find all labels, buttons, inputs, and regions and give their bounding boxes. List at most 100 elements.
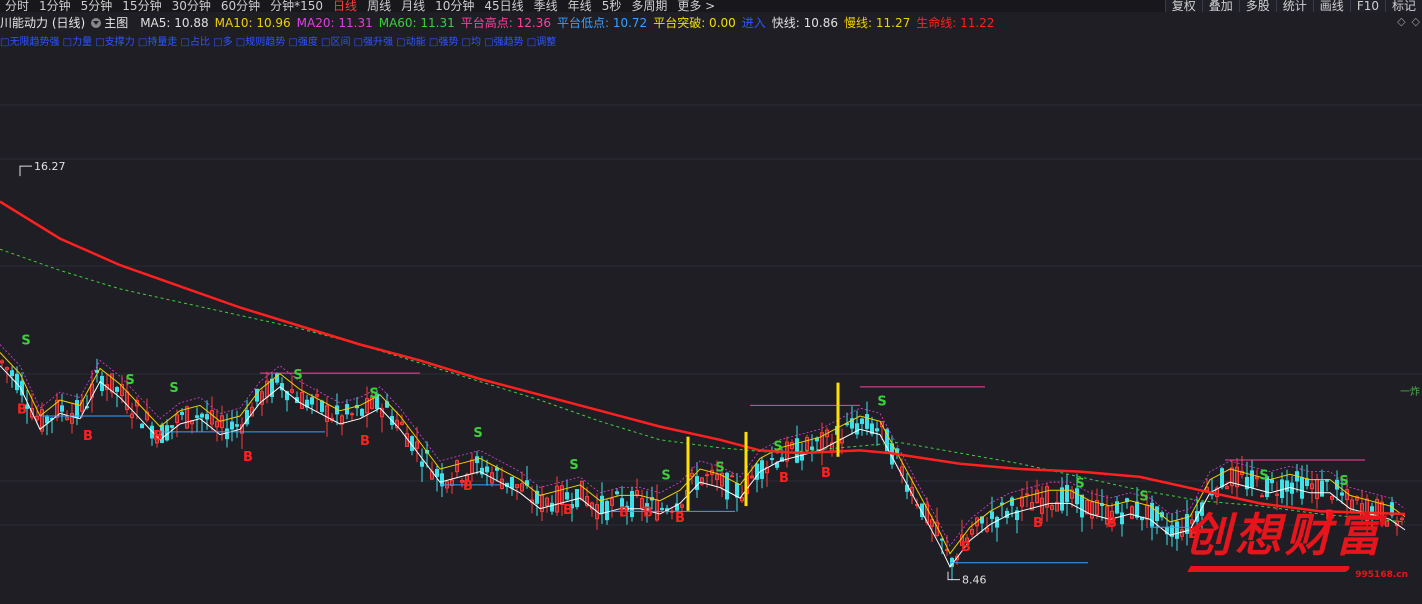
indicator-legend: 川能动力 (日线) 主图 MA5: 10.88 MA10: 10.96 MA20: … — [0, 15, 1422, 30]
sell-signal-mark: S — [1339, 474, 1348, 489]
legend-item: MA10: 10.96 — [214, 16, 291, 30]
watermark-logo: 创想财富 995168.cn — [1185, 508, 1410, 588]
sell-signal-mark: S — [1139, 490, 1148, 505]
period-tab[interactable]: 30分钟 — [167, 0, 216, 12]
period-tab[interactable]: 月线 — [396, 0, 430, 12]
candle-body — [1080, 494, 1084, 518]
tool-buttons: 复权 叠加 多股 统计 画线 F10 标记 — [1164, 0, 1422, 12]
tool-button[interactable]: 标记 — [1384, 0, 1422, 12]
tool-button[interactable]: F10 — [1349, 0, 1385, 12]
breakout-bar — [836, 382, 840, 457]
candle-body — [225, 428, 229, 440]
high-price-pointer — [19, 165, 32, 177]
buy-signal-mark: B — [619, 506, 629, 521]
buy-signal-mark: B — [1033, 516, 1043, 531]
sell-signal-mark: S — [473, 426, 482, 441]
buy-signal-mark: B — [961, 540, 971, 555]
period-tab[interactable]: 日线 — [328, 0, 362, 12]
main-chart-button[interactable]: 主图 — [91, 15, 134, 30]
buy-signal-mark: B — [463, 479, 473, 494]
candle-body — [1135, 501, 1139, 518]
candle-body — [855, 423, 859, 435]
period-tab[interactable]: 分钟*150 — [265, 0, 328, 12]
period-tab[interactable]: 季线 — [529, 0, 563, 12]
candle-body — [990, 511, 994, 519]
logo-text: 创想财富 — [1185, 508, 1385, 562]
candle-body — [205, 414, 209, 420]
candle-body — [1120, 512, 1124, 525]
candle-body — [1285, 480, 1289, 492]
diamond-icon[interactable]: ◇ — [1412, 15, 1420, 28]
period-tab[interactable]: 多周期 — [626, 0, 672, 12]
sell-signal-mark: S — [169, 381, 178, 396]
period-tab[interactable]: 更多 > — [672, 0, 720, 12]
tool-button[interactable]: 多股 — [1238, 0, 1276, 12]
candle-body — [660, 507, 664, 510]
candle-body — [170, 425, 174, 428]
period-tab[interactable]: 1分钟 — [34, 0, 76, 12]
candle-body — [510, 476, 514, 489]
tool-button[interactable]: 叠加 — [1201, 0, 1239, 12]
sell-signal-mark: S — [877, 394, 886, 409]
candle-body — [865, 414, 869, 429]
candle-body — [200, 413, 204, 418]
period-tab[interactable]: 周线 — [362, 0, 396, 12]
candle-body — [235, 424, 239, 427]
candle-body — [1305, 478, 1309, 486]
candle-body — [600, 495, 604, 514]
period-tab[interactable]: 5分钟 — [76, 0, 118, 12]
period-tab[interactable]: 分时 — [0, 0, 34, 12]
tool-button[interactable]: 统计 — [1275, 0, 1313, 12]
candle-body — [795, 438, 799, 463]
candle-body — [1300, 477, 1304, 499]
legend-item: MA20: 11.31 — [296, 16, 373, 30]
tool-button[interactable]: 画线 — [1312, 0, 1350, 12]
low-price-pointer — [947, 571, 960, 581]
candle-body — [735, 483, 739, 498]
sell-signal-mark: S — [1259, 469, 1268, 484]
legend-controls: ◇ ◇ — [1391, 15, 1420, 28]
buy-signal-mark: B — [17, 402, 27, 417]
period-tab[interactable]: 年线 — [563, 0, 597, 12]
candle-body — [230, 421, 234, 430]
tool-button[interactable]: 复权 — [1164, 0, 1202, 12]
candle-body — [615, 491, 619, 495]
candle-body — [310, 397, 314, 405]
candle-body — [140, 423, 144, 429]
low-price-label: 8.46 — [962, 574, 987, 587]
candle-body — [770, 458, 774, 461]
candle-body — [875, 428, 879, 432]
candle-body — [1010, 497, 1014, 506]
legend-item: 进入 — [741, 16, 766, 30]
period-tab[interactable]: 45日线 — [479, 0, 528, 12]
candle-body — [1175, 521, 1179, 539]
sell-signal-mark: S — [369, 386, 378, 401]
candle-body — [195, 415, 199, 418]
candle-body — [350, 413, 354, 416]
legend-item: MA60: 11.31 — [378, 16, 455, 30]
candle-body — [10, 370, 14, 376]
legend-item: 平台突破: 0.00 — [653, 16, 736, 30]
indicator-sublegend: □无限趋势强 □力量 □支撑力 □持量走 □占比 □多 □规则趋势 □强度 □区… — [0, 37, 557, 47]
buy-signal-mark: B — [675, 511, 685, 526]
candle-body — [1155, 506, 1159, 522]
period-tab[interactable]: 15分钟 — [117, 0, 166, 12]
candle-body — [1220, 468, 1224, 488]
period-tab[interactable]: 60分钟 — [216, 0, 265, 12]
buy-signal-mark: B — [83, 429, 93, 444]
sell-signal-mark: S — [293, 368, 302, 383]
diamond-icon[interactable]: ◇ — [1397, 15, 1405, 28]
right-edge-tag: 一炸 — [1400, 387, 1420, 398]
candle-body — [705, 474, 709, 477]
legend-item: 慢线: 11.27 — [844, 16, 911, 30]
buy-signal-mark: B — [821, 466, 831, 481]
candle-body — [1250, 470, 1254, 488]
sell-signal-mark: S — [125, 373, 134, 388]
sell-signal-mark: S — [715, 461, 724, 476]
logo-swoosh — [1187, 566, 1351, 572]
candle-body — [1320, 480, 1324, 497]
breakout-bar — [686, 436, 690, 511]
period-tab[interactable]: 10分钟 — [430, 0, 479, 12]
candle-body — [550, 502, 554, 512]
period-tab[interactable]: 5秒 — [597, 0, 627, 12]
